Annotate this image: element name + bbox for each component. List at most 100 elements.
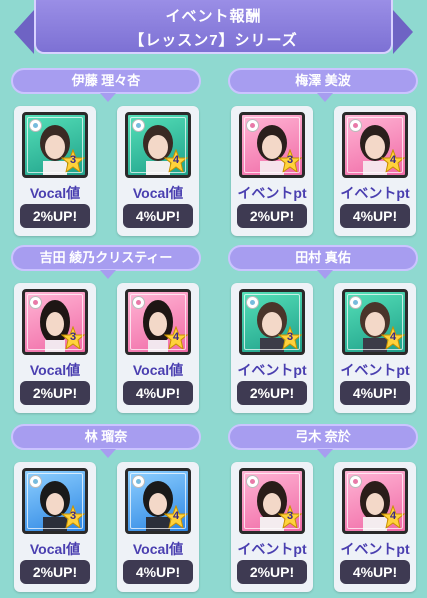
attribute-icon xyxy=(349,119,362,132)
attribute-icon xyxy=(132,119,145,132)
rank-level: 3 xyxy=(286,331,294,343)
member-name: 弓木 奈於 xyxy=(295,429,351,444)
member-name-pill: 伊藤 理々杏 xyxy=(11,68,201,102)
member-name: 林 瑠奈 xyxy=(84,429,128,444)
member-portrait-icon xyxy=(257,125,287,175)
star-icon: 4 xyxy=(163,148,188,174)
attribute-icon xyxy=(246,475,259,488)
rank-level: 3 xyxy=(69,331,77,343)
stat-label: Vocal値 xyxy=(132,541,184,557)
stat-label: イベントpt xyxy=(340,185,410,201)
reward-card[interactable]: 3 イベントpt 2%UP! xyxy=(231,462,313,592)
card-frame: 3 xyxy=(22,112,88,178)
card-frame: 3 xyxy=(22,468,88,534)
rank-level: 3 xyxy=(69,154,77,166)
star-icon: 4 xyxy=(380,325,405,351)
stat-label: イベントpt xyxy=(237,362,307,378)
attribute-icon xyxy=(132,296,145,309)
reward-card[interactable]: 4 イベントpt 4%UP! xyxy=(334,462,416,592)
stat-label: イベントpt xyxy=(340,541,410,557)
reward-card[interactable]: 3 Vocal値 2%UP! xyxy=(14,283,96,413)
reward-card[interactable]: 4 イベントpt 4%UP! xyxy=(334,106,416,236)
reward-card[interactable]: 3 Vocal値 2%UP! xyxy=(14,462,96,592)
reward-card[interactable]: 3 Vocal値 2%UP! xyxy=(14,106,96,236)
bonus-badge: 4%UP! xyxy=(123,204,193,228)
member-portrait-icon xyxy=(40,125,70,175)
pill-pointer xyxy=(317,449,333,458)
rank-level: 3 xyxy=(69,510,77,522)
bonus-badge: 2%UP! xyxy=(20,204,90,228)
attribute-icon xyxy=(29,475,42,488)
rank-level: 4 xyxy=(172,154,180,166)
stat-label: Vocal値 xyxy=(132,185,184,201)
attribute-icon xyxy=(132,475,145,488)
member-portrait-icon xyxy=(257,481,287,531)
member-name: 梅澤 美波 xyxy=(295,73,351,88)
stat-label: イベントpt xyxy=(340,362,410,378)
pill-pointer xyxy=(317,93,333,102)
stat-label: イベントpt xyxy=(237,185,307,201)
bonus-badge: 4%UP! xyxy=(123,381,193,405)
card-frame: 4 xyxy=(125,468,191,534)
stat-label: Vocal値 xyxy=(29,541,81,557)
reward-card[interactable]: 3 イベントpt 2%UP! xyxy=(231,283,313,413)
member-name-pill: 弓木 奈於 xyxy=(228,424,418,458)
star-icon: 4 xyxy=(380,504,405,530)
star-icon: 3 xyxy=(277,148,302,174)
attribute-icon xyxy=(29,296,42,309)
reward-card[interactable]: 4 Vocal値 4%UP! xyxy=(117,462,199,592)
member-group: 梅澤 美波 3 イベントpt 2%UP! 4 イベントpt 4%UP! xyxy=(228,68,418,238)
bonus-badge: 4%UP! xyxy=(340,560,410,584)
card-frame: 4 xyxy=(125,112,191,178)
member-portrait-icon xyxy=(360,125,390,175)
member-portrait-icon xyxy=(143,481,173,531)
reward-card[interactable]: 3 イベントpt 2%UP! xyxy=(231,106,313,236)
star-icon: 3 xyxy=(60,504,85,530)
card-frame: 3 xyxy=(239,468,305,534)
banner-subtitle: 【レッスン7】シリーズ xyxy=(129,32,298,49)
member-name-pill: 吉田 綾乃クリスティー xyxy=(11,245,201,279)
pill-pointer xyxy=(317,270,333,279)
stat-label: Vocal値 xyxy=(29,362,81,378)
card-frame: 4 xyxy=(342,468,408,534)
member-portrait-icon xyxy=(257,302,287,352)
star-icon: 3 xyxy=(60,325,85,351)
attribute-icon xyxy=(246,119,259,132)
card-frame: 3 xyxy=(239,112,305,178)
stat-label: Vocal値 xyxy=(29,185,81,201)
banner-title: イベント報酬 xyxy=(165,8,262,25)
star-icon: 4 xyxy=(163,504,188,530)
member-name: 吉田 綾乃クリスティー xyxy=(39,250,173,265)
star-icon: 3 xyxy=(277,325,302,351)
star-icon: 3 xyxy=(277,504,302,530)
star-icon: 4 xyxy=(163,325,188,351)
member-group: 田村 真佑 3 イベントpt 2%UP! 4 イベントpt 4%UP! xyxy=(228,245,418,415)
reward-card[interactable]: 4 イベントpt 4%UP! xyxy=(334,283,416,413)
bonus-badge: 2%UP! xyxy=(237,204,307,228)
member-group: 林 瑠奈 3 Vocal値 2%UP! 4 Vocal値 4%UP! xyxy=(11,424,201,594)
member-group: 弓木 奈於 3 イベントpt 2%UP! 4 イベントpt 4%UP! xyxy=(228,424,418,594)
event-reward-banner: イベント報酬 【レッスン7】シリーズ xyxy=(14,0,413,54)
card-frame: 4 xyxy=(342,112,408,178)
reward-card[interactable]: 4 Vocal値 4%UP! xyxy=(117,283,199,413)
rank-level: 4 xyxy=(389,154,397,166)
bonus-badge: 2%UP! xyxy=(237,560,307,584)
rank-level: 3 xyxy=(286,154,294,166)
member-portrait-icon xyxy=(40,300,70,352)
star-icon: 3 xyxy=(60,148,85,174)
member-name-pill: 林 瑠奈 xyxy=(11,424,201,458)
bonus-badge: 2%UP! xyxy=(20,381,90,405)
pill-pointer xyxy=(100,449,116,458)
card-frame: 4 xyxy=(125,289,191,355)
attribute-icon xyxy=(246,296,259,309)
reward-card[interactable]: 4 Vocal値 4%UP! xyxy=(117,106,199,236)
member-group: 伊藤 理々杏 3 Vocal値 2%UP! 4 Vocal値 4%UP! xyxy=(11,68,201,238)
member-name-pill: 田村 真佑 xyxy=(228,245,418,279)
member-name-pill: 梅澤 美波 xyxy=(228,68,418,102)
attribute-icon xyxy=(29,119,42,132)
attribute-icon xyxy=(349,475,362,488)
star-icon: 4 xyxy=(380,148,405,174)
bonus-badge: 2%UP! xyxy=(237,381,307,405)
rank-level: 4 xyxy=(172,331,180,343)
bonus-badge: 4%UP! xyxy=(340,204,410,228)
